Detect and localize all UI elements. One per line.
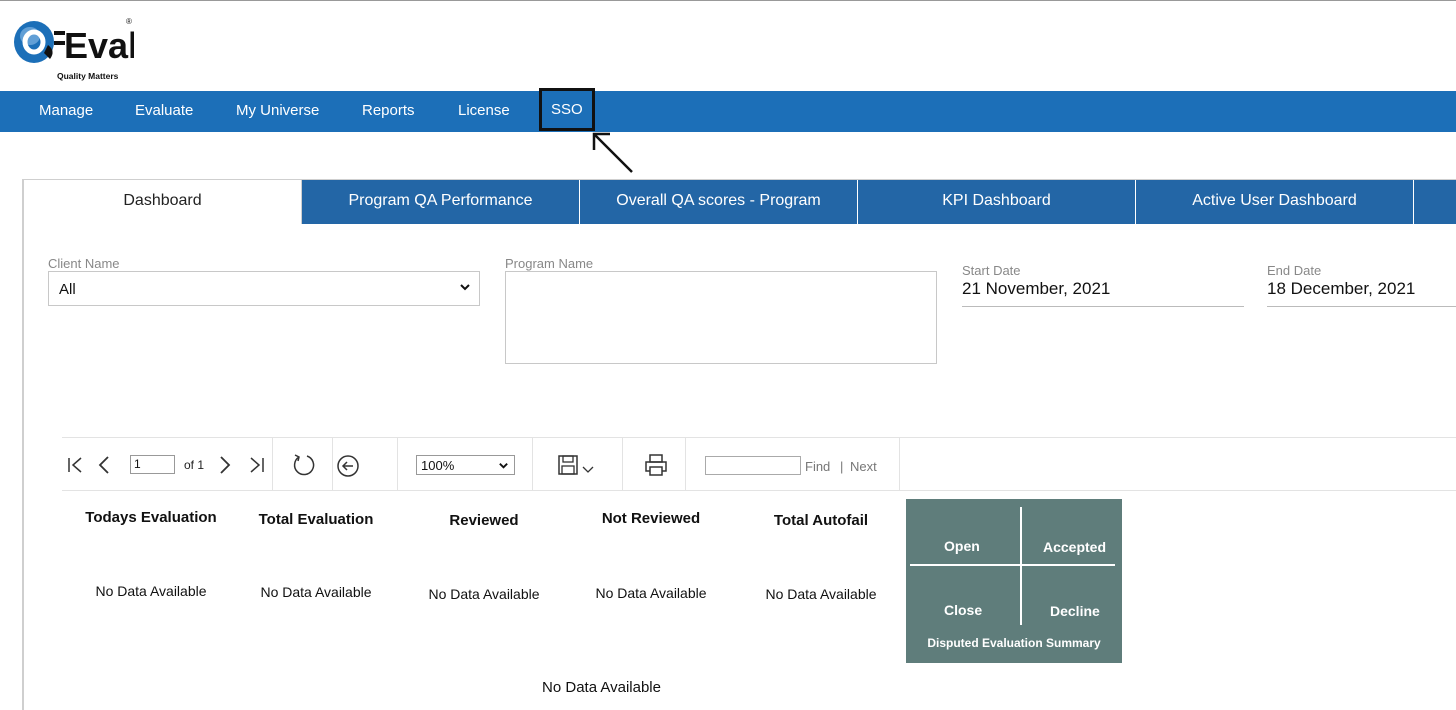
report-empty-message: No Data Available xyxy=(542,679,661,696)
first-page-icon xyxy=(68,457,82,473)
next-page-button[interactable] xyxy=(218,455,232,475)
chevron-right-icon xyxy=(220,456,231,474)
disputed-evaluation-summary: Open Accepted Close Decline Disputed Eva… xyxy=(906,499,1122,663)
previous-page-button[interactable] xyxy=(97,455,111,475)
logo-registered-mark: ® xyxy=(126,17,132,26)
kpi-value-reviewed: No Data Available xyxy=(428,586,540,602)
client-name-label: Client Name xyxy=(48,256,120,271)
print-button[interactable] xyxy=(644,453,668,477)
nav-license[interactable]: License xyxy=(458,91,510,132)
toolbar-separator xyxy=(332,438,333,491)
find-divider: | xyxy=(840,459,844,474)
chevron-down-icon xyxy=(460,284,470,291)
disputed-divider-vertical xyxy=(1020,507,1022,625)
chevron-down-icon xyxy=(499,463,508,469)
last-page-icon xyxy=(250,457,264,473)
dashboard-tabs: Dashboard Program QA Performance Overall… xyxy=(24,180,1456,224)
save-disk-icon xyxy=(558,455,594,475)
kpi-title-total-evaluation: Total Evaluation xyxy=(258,511,374,528)
find-input[interactable] xyxy=(705,456,801,475)
toolbar-separator xyxy=(899,438,900,491)
toolbar-separator xyxy=(397,438,398,491)
end-date-label: End Date xyxy=(1267,263,1322,278)
client-name-value: All xyxy=(59,281,76,298)
qeval-logo[interactable]: Eval ® Quality Matters xyxy=(12,15,138,83)
find-link[interactable]: Find xyxy=(805,459,830,474)
kpi-value-todays-evaluation: No Data Available xyxy=(95,583,207,599)
toolbar-separator xyxy=(622,438,623,491)
kpi-value-not-reviewed: No Data Available xyxy=(595,585,707,601)
kpi-title-todays-evaluation: Todays Evaluation xyxy=(85,509,217,526)
kpi-value-total-evaluation: No Data Available xyxy=(260,584,372,600)
program-name-input[interactable] xyxy=(505,271,937,364)
export-button[interactable] xyxy=(557,454,601,478)
page-number-input[interactable]: 1 xyxy=(130,455,175,474)
nav-my-universe[interactable]: My Universe xyxy=(236,91,319,132)
refresh-button[interactable] xyxy=(291,452,317,478)
first-page-button[interactable] xyxy=(66,456,84,474)
disputed-open[interactable]: Open xyxy=(944,538,980,554)
qeval-logo-graphic: Eval ® Quality Matters xyxy=(14,17,138,81)
report-toolbar: 1 of 1 100% Find | Next xyxy=(62,437,1456,491)
page: Eval ® Quality Matters Manage Evaluate M… xyxy=(0,0,1456,710)
printer-icon xyxy=(645,454,667,476)
disputed-divider-horizontal xyxy=(910,564,1115,566)
back-arrow-icon xyxy=(337,455,359,477)
zoom-value: 100% xyxy=(421,458,455,473)
client-name-select[interactable]: All xyxy=(48,271,480,306)
refresh-icon xyxy=(293,454,315,476)
disputed-caption: Disputed Evaluation Summary xyxy=(927,636,1101,650)
tab-active-user-dashboard[interactable]: Active User Dashboard xyxy=(1136,180,1414,224)
last-page-button[interactable] xyxy=(248,456,266,474)
tab-kpi-dashboard[interactable]: KPI Dashboard xyxy=(858,180,1136,224)
svg-text:Eval: Eval xyxy=(64,25,134,66)
tab-overflow[interactable] xyxy=(1414,180,1456,224)
tab-overall-qa-scores-program[interactable]: Overall QA scores - Program xyxy=(580,180,858,224)
tab-dashboard[interactable]: Dashboard xyxy=(24,180,302,224)
disputed-close[interactable]: Close xyxy=(944,602,982,618)
kpi-title-reviewed: Reviewed xyxy=(449,512,519,529)
kpi-title-not-reviewed: Not Reviewed xyxy=(601,510,701,527)
nav-reports[interactable]: Reports xyxy=(362,91,415,132)
tab-program-qa-performance[interactable]: Program QA Performance xyxy=(302,180,580,224)
nav-manage[interactable]: Manage xyxy=(39,91,93,132)
header: Eval ® Quality Matters xyxy=(0,1,1456,91)
chevron-left-icon xyxy=(98,456,109,474)
nav-evaluate[interactable]: Evaluate xyxy=(135,91,193,132)
logo-tagline: Quality Matters xyxy=(57,71,119,81)
toolbar-separator xyxy=(532,438,533,491)
disputed-accepted[interactable]: Accepted xyxy=(1043,539,1106,555)
dashboard-panel: Dashboard Program QA Performance Overall… xyxy=(22,179,1456,710)
start-date-field[interactable]: 21 November, 2021 xyxy=(962,279,1244,307)
disputed-decline[interactable]: Decline xyxy=(1050,603,1100,619)
start-date-label: Start Date xyxy=(962,263,1021,278)
next-link[interactable]: Next xyxy=(850,459,877,474)
end-date-field[interactable]: 18 December, 2021 xyxy=(1267,279,1456,307)
zoom-select[interactable]: 100% xyxy=(416,455,515,475)
kpi-title-total-autofail: Total Autofail xyxy=(773,512,869,529)
page-count-text: of 1 xyxy=(184,458,205,472)
toolbar-separator xyxy=(685,438,686,491)
kpi-value-total-autofail: No Data Available xyxy=(765,586,877,602)
main-nav: Manage Evaluate My Universe Reports Lice… xyxy=(0,88,1456,132)
back-button[interactable] xyxy=(336,454,360,478)
program-name-label: Program Name xyxy=(505,256,594,271)
toolbar-separator xyxy=(272,438,273,491)
annotation-arrow-icon xyxy=(592,132,633,173)
nav-sso[interactable]: SSO xyxy=(539,88,595,131)
